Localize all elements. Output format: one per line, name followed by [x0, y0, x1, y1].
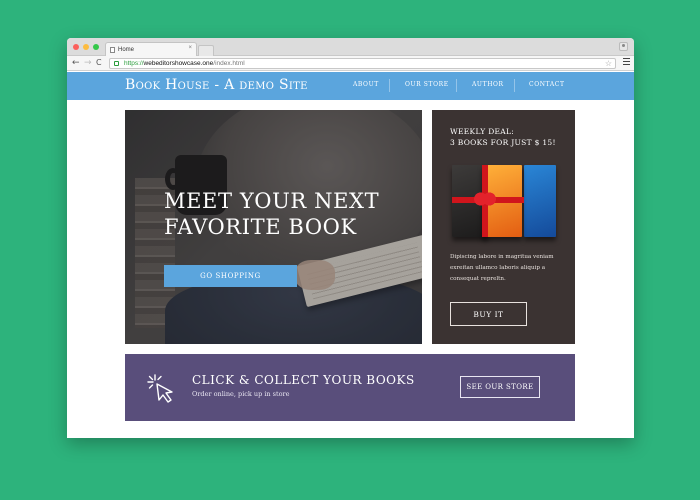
- new-tab-button[interactable]: [198, 45, 214, 56]
- nav-divider: [389, 79, 390, 92]
- forward-arrow-icon[interactable]: →: [84, 57, 92, 69]
- browser-tab-home[interactable]: Home ×: [105, 42, 197, 56]
- reload-icon[interactable]: C: [96, 57, 102, 69]
- browser-toolbar: ← → C https://webeditorshowcase.one/inde…: [67, 56, 634, 71]
- site-title[interactable]: Book House - A demo Site: [125, 77, 308, 93]
- click-collect-banner: CLICK & COLLECT YOUR BOOKS Order online,…: [125, 354, 575, 421]
- url-path: /index.html: [213, 60, 245, 67]
- maximize-window-button[interactable]: [93, 44, 99, 50]
- nav-divider: [514, 79, 515, 92]
- browser-window: Home × ← → C https://webeditorshowcase.o…: [67, 38, 634, 438]
- site-header: Book House - A demo Site ABOUT OUR STORE…: [67, 72, 634, 100]
- profile-icon[interactable]: [619, 42, 628, 51]
- see-our-store-button[interactable]: SEE OUR STORE: [460, 376, 540, 398]
- banner-title: CLICK & COLLECT YOUR BOOKS: [192, 373, 415, 387]
- tab-title: Home: [118, 46, 135, 53]
- weekly-deal-card: WEEKLY DEAL: 3 BOOKS FOR JUST $ 15! Dipi…: [432, 110, 575, 344]
- back-arrow-icon[interactable]: ←: [72, 57, 80, 69]
- banner-subtitle: Order online, pick up in store: [192, 390, 290, 398]
- document-icon: [110, 46, 115, 53]
- deal-description: Dipiscing labore in magritua veniam exre…: [450, 254, 554, 282]
- nav-contact[interactable]: CONTACT: [529, 81, 565, 88]
- deal-title: WEEKLY DEAL: 3 BOOKS FOR JUST $ 15!: [450, 126, 570, 148]
- nav-about[interactable]: ABOUT: [353, 81, 379, 88]
- browser-menu-icon[interactable]: [623, 58, 630, 65]
- lock-icon: [114, 61, 119, 66]
- cursor-click-icon: [147, 374, 173, 403]
- nav-author[interactable]: AUTHOR: [472, 81, 504, 88]
- hero-title-line-1: MEET YOUR NEXT: [164, 189, 380, 213]
- gift-bow-icon: [474, 189, 496, 209]
- browser-tab-bar: Home ×: [67, 38, 634, 56]
- hero-title: MEET YOUR NEXT FAVORITE BOOK: [164, 188, 414, 240]
- url-host: webeditorshowcase.one: [143, 60, 214, 67]
- go-shopping-button[interactable]: GO SHOPPING: [164, 265, 297, 287]
- minimize-window-button[interactable]: [83, 44, 89, 50]
- web-page: Book House - A demo Site ABOUT OUR STORE…: [67, 72, 634, 438]
- bookmark-star-icon[interactable]: ☆: [605, 59, 612, 68]
- book-cover: [524, 165, 556, 237]
- deal-title-line-1: WEEKLY DEAL:: [450, 127, 515, 136]
- buy-it-button[interactable]: BUY IT: [450, 302, 527, 326]
- close-window-button[interactable]: [73, 44, 79, 50]
- nav-divider: [456, 79, 457, 92]
- address-bar[interactable]: https://webeditorshowcase.one/index.html…: [109, 58, 616, 69]
- tab-close-icon[interactable]: ×: [188, 45, 192, 51]
- hero-section: MEET YOUR NEXT FAVORITE BOOK GO SHOPPING: [125, 110, 422, 344]
- url-scheme: https://: [124, 60, 144, 67]
- deal-books-image: [452, 165, 558, 237]
- nav-our-store[interactable]: OUR STORE: [405, 81, 449, 88]
- deal-title-line-2: 3 BOOKS FOR JUST $ 15!: [450, 138, 556, 147]
- hero-title-line-2: FAVORITE BOOK: [164, 215, 357, 239]
